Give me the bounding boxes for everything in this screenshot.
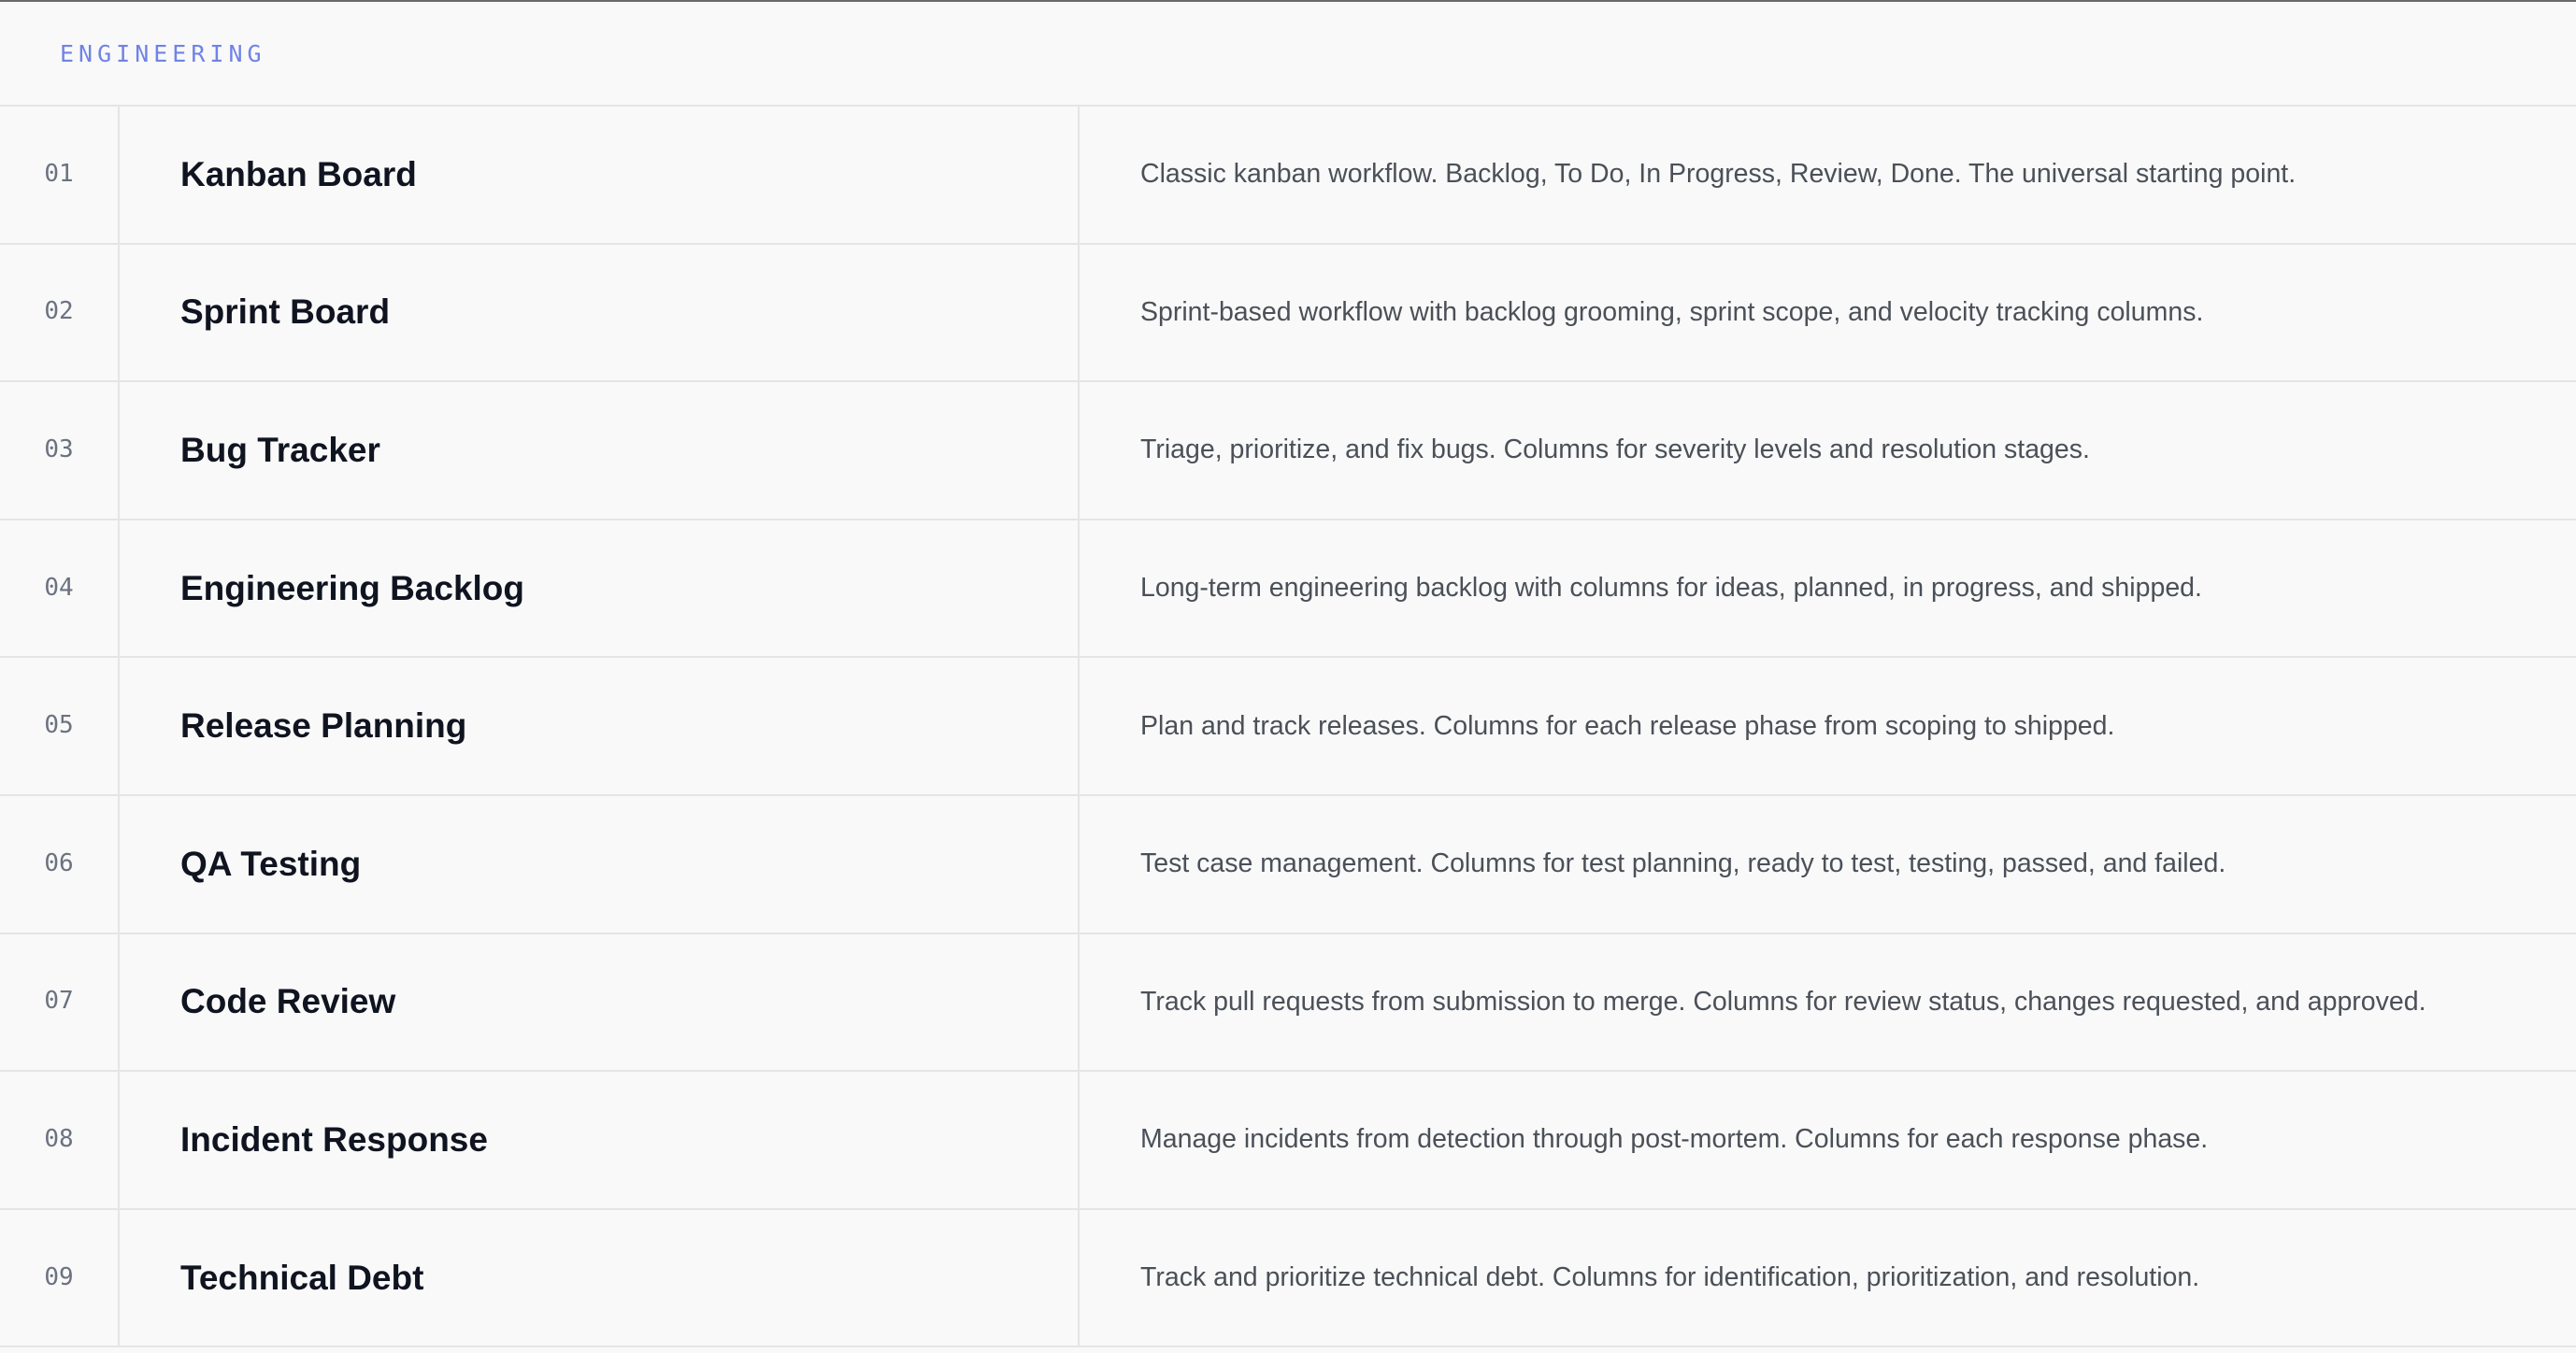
template-name: Kanban Board	[120, 107, 1080, 243]
template-number: 02	[0, 244, 120, 381]
template-row[interactable]: 02 Sprint Board Sprint-based workflow wi…	[0, 244, 2576, 383]
template-list-page: ENGINEERING 01 Kanban Board Classic kanb…	[0, 0, 2576, 1353]
template-name: QA Testing	[120, 795, 1080, 933]
template-description: Long-term engineering backlog with colum…	[1140, 573, 2202, 604]
template-number: 07	[0, 933, 120, 1071]
template-list: 01 Kanban Board Classic kanban workflow.…	[0, 107, 2576, 1348]
template-name: Sprint Board	[120, 244, 1080, 381]
template-name: Incident Response	[120, 1072, 1080, 1208]
template-description: Track and prioritize technical debt. Col…	[1140, 1262, 2200, 1293]
template-description: Plan and track releases. Columns for eac…	[1140, 710, 2115, 741]
template-row[interactable]: 07 Code Review Track pull requests from …	[0, 933, 2576, 1073]
template-number: 04	[0, 520, 120, 657]
template-description: Sprint-based workflow with backlog groom…	[1140, 296, 2204, 327]
template-name: Release Planning	[120, 658, 1080, 794]
section-label: ENGINEERING	[60, 39, 266, 67]
template-description: Manage incidents from detection through …	[1140, 1124, 2209, 1155]
template-row[interactable]: 06 QA Testing Test case management. Colu…	[0, 795, 2576, 934]
template-description: Triage, prioritize, and fix bugs. Column…	[1140, 434, 2090, 465]
template-number: 06	[0, 795, 120, 933]
template-name: Bug Tracker	[120, 382, 1080, 519]
template-number: 09	[0, 1209, 120, 1346]
section-header: ENGINEERING	[0, 2, 2576, 107]
template-number: 05	[0, 658, 120, 794]
template-row[interactable]: 04 Engineering Backlog Long-term enginee…	[0, 520, 2576, 659]
template-name: Technical Debt	[120, 1209, 1080, 1346]
template-row[interactable]: 09 Technical Debt Track and prioritize t…	[0, 1209, 2576, 1348]
template-description: Test case management. Columns for test p…	[1140, 848, 2226, 879]
template-name: Engineering Backlog	[120, 520, 1080, 657]
template-row[interactable]: 01 Kanban Board Classic kanban workflow.…	[0, 107, 2576, 245]
template-description: Classic kanban workflow. Backlog, To Do,…	[1140, 159, 2297, 190]
template-row[interactable]: 08 Incident Response Manage incidents fr…	[0, 1072, 2576, 1210]
template-number: 03	[0, 382, 120, 519]
template-number: 01	[0, 107, 120, 243]
template-row[interactable]: 05 Release Planning Plan and track relea…	[0, 658, 2576, 796]
template-description: Track pull requests from submission to m…	[1140, 986, 2426, 1017]
template-number: 08	[0, 1072, 120, 1208]
template-row[interactable]: 03 Bug Tracker Triage, prioritize, and f…	[0, 382, 2576, 520]
template-name: Code Review	[120, 933, 1080, 1071]
